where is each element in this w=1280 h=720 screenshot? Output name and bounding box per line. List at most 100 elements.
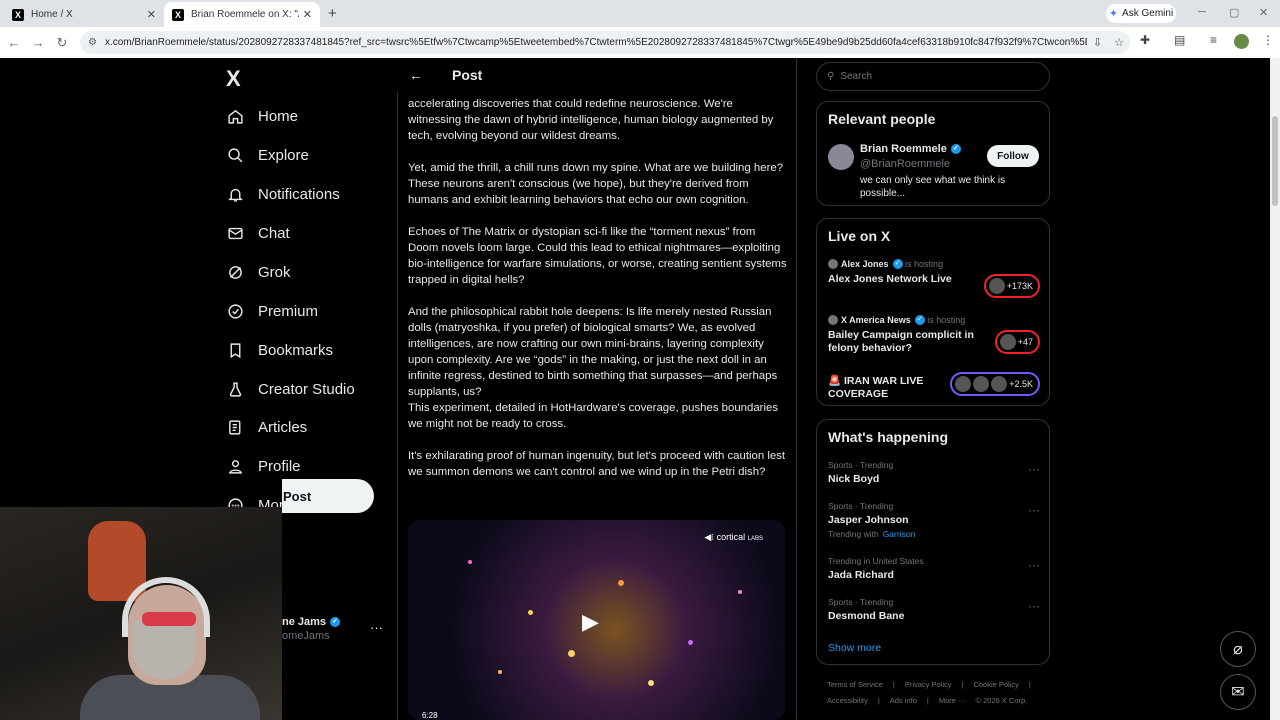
tab-home[interactable]: X Home / X ✕ [4, 2, 164, 27]
nav-label: Bookmarks [258, 341, 334, 359]
post-button[interactable]: Post [282, 479, 374, 513]
live-listeners-pill[interactable]: +173K [983, 274, 1040, 298]
more-options-icon[interactable]: ··· [1028, 558, 1040, 572]
trend-sub: Trending with Garrison [828, 529, 916, 539]
back-arrow-icon[interactable]: ← [409, 67, 423, 83]
post-header: ← Post [397, 58, 796, 92]
close-tab-icon[interactable]: ✕ [303, 8, 312, 21]
minimize-icon[interactable]: ─ [1198, 6, 1206, 18]
footer-sep: | [961, 680, 964, 689]
trend-item[interactable]: Sports · Trending Nick Boyd ··· [828, 460, 1040, 485]
verified-badge-icon: ✓ [892, 259, 903, 269]
footer-link[interactable]: Terms of Service [827, 677, 883, 693]
nav-label: Premium [258, 302, 319, 320]
site-info-icon[interactable]: ⚙ [88, 37, 97, 48]
gemini-sparkle-icon: ✦ [1108, 8, 1119, 20]
trend-item[interactable]: Sports · Trending Jasper Johnson Trendin… [828, 501, 1040, 539]
new-tab-icon[interactable]: + [328, 5, 337, 22]
nav-explore[interactable]: Explore [226, 144, 309, 166]
footer-sep: | [877, 696, 880, 705]
play-icon[interactable]: ▶ [582, 609, 610, 637]
more-options-icon[interactable]: ··· [1028, 462, 1040, 476]
search-input[interactable]: ⚲ Search [816, 62, 1050, 91]
nav-grok[interactable]: Grok [226, 261, 291, 283]
nav-profile[interactable]: Profile [226, 455, 301, 477]
live-item[interactable]: 🚨 IRAN WAR LIVE COVERAGE +2.5K [828, 372, 1040, 401]
show-more-link[interactable]: Show more [828, 642, 881, 654]
video-brand-logo: ◀⁝ cortical LABS [704, 532, 763, 542]
video-player[interactable]: ◀⁝ cortical LABS ▶ 6:28 [408, 520, 785, 720]
media-icon[interactable]: ≡ [1210, 33, 1217, 47]
tab-post[interactable]: X Brian Roemmele on X: "A Petri D ✕ [164, 2, 320, 27]
address-bar[interactable]: ⚙ x.com/BrianRoemmele/status/20280927283… [80, 31, 1130, 54]
live-on-x-card: Live on X Alex Jones ✓ is hosting Alex Jo… [816, 218, 1050, 406]
more-options-icon[interactable]: ··· [1028, 503, 1040, 517]
nav-chat[interactable]: Chat [226, 222, 290, 244]
window-close-icon[interactable]: ✕ [1259, 6, 1268, 19]
browser-toolbar: ← → ↻ ⚙ x.com/BrianRoemmele/status/20280… [0, 27, 1280, 58]
install-icon[interactable]: ⇩ [1093, 36, 1102, 49]
ask-gemini-button[interactable]: ✦ Ask Gemini [1106, 4, 1176, 23]
trend-name: Jasper Johnson [828, 514, 909, 526]
trend-item[interactable]: Trending in United States Jada Richard ·… [828, 556, 1040, 581]
post-paragraph: accelerating discoveries that could rede… [408, 98, 774, 142]
scrollbar-thumb[interactable] [1272, 116, 1278, 206]
trend-name: Desmond Bane [828, 610, 905, 622]
tab-title: Brian Roemmele on X: "A Petri D [191, 9, 299, 20]
verified-icon [226, 302, 244, 320]
footer-link[interactable]: More ··· [939, 693, 966, 709]
nav-premium[interactable]: Premium [226, 300, 318, 322]
menu-icon[interactable]: ⋮ [1262, 33, 1274, 47]
footer-link[interactable]: Ads info [890, 693, 917, 709]
footer-link[interactable]: Accessibility [827, 693, 868, 709]
home-icon [226, 107, 244, 125]
relevant-person-name[interactable]: Brian Roemmele ✓ [860, 143, 961, 155]
nav-articles[interactable]: Articles [226, 416, 307, 438]
relevant-person-bio: we can only see what we think is possibl… [860, 175, 1006, 199]
messages-fab-icon[interactable]: ✉ [1220, 674, 1256, 710]
nav-label: Creator Studio [258, 380, 355, 398]
live-on-x-title: Live on X [828, 228, 891, 244]
tab-strip: X Home / X ✕ X Brian Roemmele on X: "A P… [0, 0, 1280, 27]
avatar[interactable] [828, 144, 854, 170]
mail-icon [226, 224, 244, 242]
footer-links: Terms of Service | Privacy Policy | Cookie P… [827, 677, 1041, 709]
profile-avatar[interactable] [1234, 34, 1249, 49]
x-favicon-icon: X [172, 8, 184, 21]
back-icon[interactable]: ← [2, 35, 26, 50]
bookmark-icon [226, 341, 244, 359]
live-listeners-pill[interactable]: +2.5K [950, 372, 1040, 396]
extensions-icon[interactable]: ✚ [1140, 33, 1150, 47]
nav-notifications[interactable]: Notifications [226, 183, 340, 205]
nav-home[interactable]: Home [226, 105, 298, 127]
close-tab-icon[interactable]: ✕ [147, 8, 156, 21]
nav-label: Notifications [258, 185, 340, 203]
more-options-icon[interactable]: ··· [1028, 599, 1040, 613]
footer-link[interactable]: Cookie Policy [973, 677, 1018, 693]
nav-bookmarks[interactable]: Bookmarks [226, 339, 333, 361]
footer-link[interactable]: Privacy Policy [905, 677, 952, 693]
nav-label: Grok [258, 263, 291, 281]
account-switcher[interactable]: ne Jams ✓ omeJams [282, 616, 341, 642]
footer-sep: | [926, 696, 929, 705]
scrollbar[interactable] [1270, 58, 1280, 720]
live-item[interactable]: Alex Jones ✓ is hosting Alex Jones Networ… [828, 259, 1040, 298]
sidebar-icon[interactable]: ▤ [1174, 33, 1185, 47]
relevant-people-card: Relevant people Brian Roemmele ✓ @BrianRo… [816, 101, 1050, 206]
live-title: Alex Jones Network Live [828, 273, 952, 285]
x-logo[interactable]: X [226, 66, 241, 92]
whats-happening-card: What's happening Sports · Trending Nick … [816, 419, 1050, 665]
grok-fab-icon[interactable]: ⌀ [1220, 631, 1256, 667]
reload-icon[interactable]: ↻ [50, 35, 74, 51]
nav-creator-studio[interactable]: Creator Studio [226, 378, 355, 400]
account-more-icon[interactable]: ··· [370, 620, 383, 635]
forward-icon[interactable]: → [26, 35, 50, 50]
trend-item[interactable]: Sports · Trending Desmond Bane ··· [828, 597, 1040, 622]
live-listeners-pill[interactable]: +47 [994, 330, 1040, 354]
maximize-icon[interactable]: ▢ [1229, 6, 1239, 19]
follow-button[interactable]: Follow [987, 145, 1039, 167]
x-favicon-icon: X [12, 8, 24, 21]
relevant-person-handle: @BrianRoemmele [860, 158, 951, 170]
live-item[interactable]: X America News ✓ is hosting Bailey Campai… [828, 315, 1040, 355]
bookmark-star-icon[interactable]: ☆ [1114, 36, 1124, 49]
